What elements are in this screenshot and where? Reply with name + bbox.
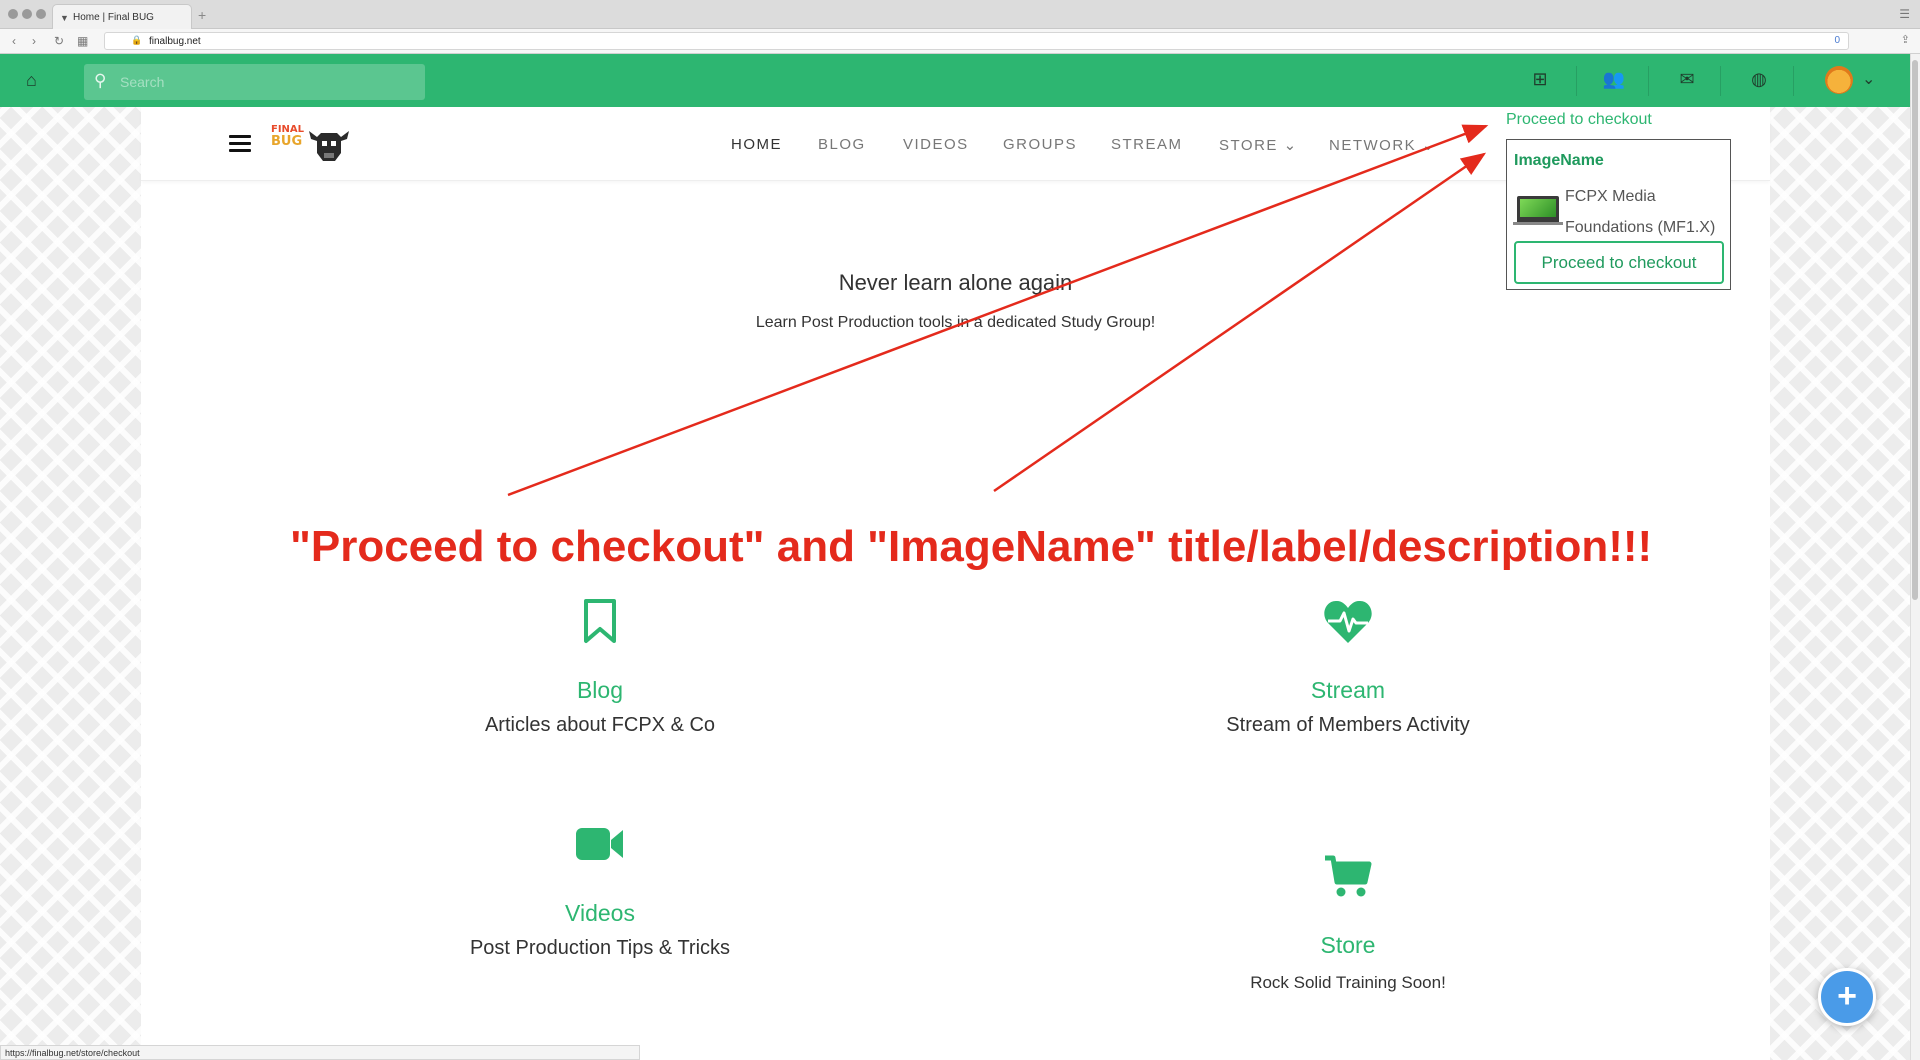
nav-home[interactable]: HOME xyxy=(731,136,782,153)
shopping-cart-icon xyxy=(1325,855,1372,897)
add-fab-button[interactable]: + xyxy=(1818,968,1876,1026)
feature-desc: Stream of Members Activity xyxy=(1226,714,1470,736)
users-icon[interactable]: 👥 xyxy=(1599,69,1629,90)
tab-title: Home | Final BUG xyxy=(73,12,154,23)
search-icon: ⚲ xyxy=(94,71,107,90)
nav-network[interactable]: NETWORK ⌄ xyxy=(1329,136,1436,154)
browser-tab[interactable]: ▼ Home | Final BUG xyxy=(52,4,192,29)
search-input[interactable] xyxy=(120,70,410,94)
new-tab-button[interactable]: + xyxy=(198,7,206,23)
bull-logo-icon[interactable] xyxy=(307,125,351,165)
url-text: finalbug.net xyxy=(149,36,201,47)
header-divider xyxy=(1793,66,1794,96)
browser-toolbar: ‹ › ↻ ▦ 🔒 finalbug.net 0 ⇪ xyxy=(0,29,1920,54)
browser-tab-bar: ▼ Home | Final BUG + ☰ xyxy=(0,0,1920,29)
forward-icon[interactable]: › xyxy=(32,34,36,48)
address-field[interactable]: 🔒 finalbug.net 0 xyxy=(104,32,1849,50)
nav-videos[interactable]: VIDEOS xyxy=(903,136,969,153)
header-divider xyxy=(1576,66,1577,96)
annotation-text: "Proceed to checkout" and "ImageName" ti… xyxy=(290,522,1653,571)
cart-item-name[interactable]: FCPX Media Foundations (MF1.X) xyxy=(1565,181,1725,243)
plus-square-icon[interactable]: ⊞ xyxy=(1525,69,1555,90)
tab-menu-icon[interactable]: ☰ xyxy=(1899,7,1910,21)
nav-network-label: NETWORK xyxy=(1329,137,1417,154)
chevron-down-icon: ⌄ xyxy=(1283,137,1298,154)
cart-dropdown: ImageName FCPX Media Foundations (MF1.X)… xyxy=(1506,139,1731,290)
nav-store[interactable]: STORE ⌄ xyxy=(1219,136,1298,154)
avatar[interactable] xyxy=(1825,66,1853,94)
feature-title: Store xyxy=(1320,932,1376,958)
feature-title: Stream xyxy=(1310,677,1386,703)
nav-store-label: STORE xyxy=(1219,137,1278,154)
feature-desc: Rock Solid Training Soon! xyxy=(1250,973,1446,992)
feature-store[interactable]: Store Rock Solid Training Soon! xyxy=(1068,847,1628,993)
site-header: ⌂ ⚲ ⊞ 👥 ✉ ◍ ⌄ xyxy=(0,54,1910,107)
product-thumbnail-base xyxy=(1513,222,1563,225)
reload-icon[interactable]: ↻ xyxy=(54,34,64,48)
zoom-window-button[interactable] xyxy=(36,9,46,19)
envelope-icon[interactable]: ✉ xyxy=(1672,69,1702,90)
feature-blog[interactable]: Blog Articles about FCPX & Co xyxy=(320,592,880,737)
chevron-down-icon: ⌄ xyxy=(1421,137,1436,154)
feature-desc: Articles about FCPX & Co xyxy=(484,714,716,736)
proceed-to-checkout-link[interactable]: Proceed to checkout xyxy=(1506,111,1652,129)
cart-item-title[interactable]: ImageName xyxy=(1514,152,1604,170)
feature-title: Blog xyxy=(576,677,624,703)
globe-icon[interactable]: ◍ xyxy=(1744,69,1774,90)
lock-icon: 🔒 xyxy=(131,35,143,45)
search-box[interactable]: ⚲ xyxy=(84,64,425,100)
logo[interactable]: FINAL BUG xyxy=(271,125,304,163)
header-divider xyxy=(1720,66,1721,96)
grid-icon[interactable]: ▦ xyxy=(77,34,88,48)
scrollbar-thumb[interactable] xyxy=(1912,60,1918,600)
nav-groups[interactable]: GROUPS xyxy=(1003,136,1077,153)
bookmark-icon xyxy=(584,599,616,643)
menu-icon[interactable] xyxy=(229,135,251,153)
proceed-to-checkout-button[interactable]: Proceed to checkout xyxy=(1514,241,1724,284)
nav-stream[interactable]: STREAM xyxy=(1111,136,1183,153)
minimize-window-button[interactable] xyxy=(22,9,32,19)
status-bar-url: https://finalbug.net/store/checkout xyxy=(0,1045,640,1060)
feature-videos[interactable]: Videos Post Production Tips & Tricks xyxy=(320,815,880,960)
logo-text-bug: BUG xyxy=(271,134,303,149)
back-icon[interactable]: ‹ xyxy=(12,34,16,48)
feature-title: Videos xyxy=(565,900,635,926)
home-icon[interactable]: ⌂ xyxy=(26,70,37,91)
hero-subline: Learn Post Production tools in a dedicat… xyxy=(755,314,1156,331)
chevron-down-icon[interactable]: ⌄ xyxy=(1862,69,1875,89)
favicon-icon: ▼ xyxy=(60,13,69,23)
product-thumbnail[interactable] xyxy=(1517,196,1559,222)
video-camera-icon xyxy=(576,828,623,860)
feature-desc: Post Production Tips & Tricks xyxy=(469,937,731,959)
heartbeat-icon xyxy=(1324,600,1372,643)
extension-badge[interactable]: 0 xyxy=(1834,35,1840,46)
close-window-button[interactable] xyxy=(8,9,18,19)
share-icon[interactable]: ⇪ xyxy=(1901,33,1910,46)
nav-blog[interactable]: BLOG xyxy=(818,136,866,153)
header-divider xyxy=(1648,66,1649,96)
feature-stream[interactable]: Stream Stream of Members Activity xyxy=(1068,592,1628,737)
